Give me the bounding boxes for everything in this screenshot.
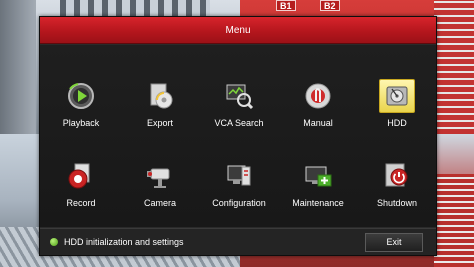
menu-content: Playback Export VCA Search Manual HDD Re…	[40, 45, 436, 227]
shutdown-icon	[379, 159, 415, 193]
menu-item-export[interactable]: Export	[124, 75, 196, 137]
menu-footer: HDD initialization and settings Exit	[40, 228, 436, 255]
manual-icon	[300, 79, 336, 113]
camera-icon	[142, 159, 178, 193]
seat-label-b1: B1	[276, 0, 296, 11]
menu-item-playback[interactable]: Playback	[45, 75, 117, 137]
record-icon	[63, 159, 99, 193]
configuration-icon	[221, 159, 257, 193]
menu-item-record[interactable]: Record	[45, 155, 117, 217]
menu-item-label: HDD	[387, 118, 407, 128]
seat-label-b2: B2	[320, 0, 340, 11]
menu-item-manual[interactable]: Manual	[282, 75, 354, 137]
menu-grid: Playback Export VCA Search Manual HDD Re…	[40, 45, 436, 227]
hint-text: HDD initialization and settings	[64, 237, 184, 247]
menu-item-shutdown[interactable]: Shutdown	[361, 155, 433, 217]
maintenance-icon	[300, 159, 336, 193]
vca-search-icon	[221, 79, 257, 113]
menu-item-label: Shutdown	[376, 198, 418, 208]
menu-item-hdd[interactable]: HDD	[361, 75, 433, 137]
menu-title: Menu	[40, 17, 436, 44]
menu-item-maintenance[interactable]: Maintenance	[282, 155, 354, 217]
menu-item-vca-search[interactable]: VCA Search	[203, 75, 275, 137]
hdd-icon	[379, 79, 415, 113]
menu-window: Menu Playback Export VCA Search Manual H…	[39, 16, 437, 256]
exit-button[interactable]: Exit	[365, 233, 423, 252]
export-icon	[142, 79, 178, 113]
menu-item-camera[interactable]: Camera	[124, 155, 196, 217]
status-dot-icon	[50, 238, 58, 246]
playback-icon	[63, 79, 99, 113]
menu-item-configuration[interactable]: Configuration	[203, 155, 275, 217]
